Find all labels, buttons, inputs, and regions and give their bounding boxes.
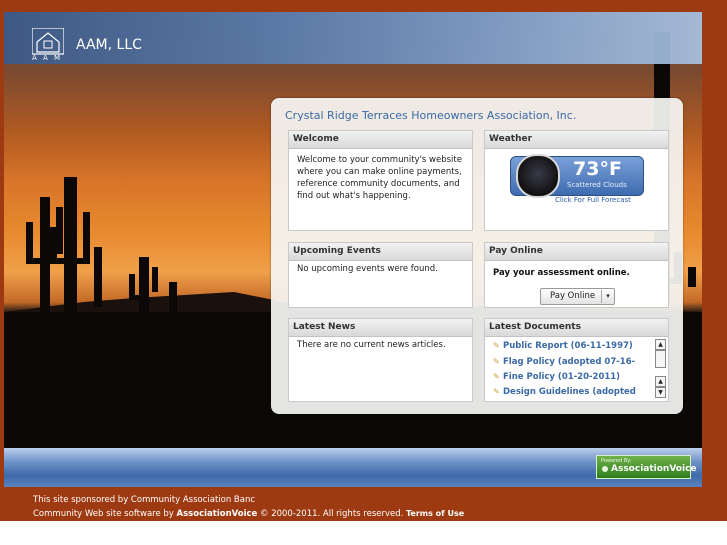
events-box: Upcoming Events No upcoming events were …: [288, 242, 473, 308]
document-link[interactable]: ✎ Design Guidelines (adopted: [493, 387, 636, 397]
logo-letters: A A M: [32, 54, 63, 62]
temperature: 73°F: [573, 158, 622, 180]
software-brand: AssociationVoice: [176, 509, 258, 519]
pay-online-text: Pay your assessment online.: [493, 268, 630, 278]
scrollbar-track[interactable]: [655, 350, 666, 368]
scroll-up-icon[interactable]: ▲: [655, 376, 666, 387]
document-link[interactable]: ✎ Fine Policy (01-20-2011): [493, 372, 620, 382]
news-header: Latest News: [289, 319, 472, 337]
sponsor-text: This site sponsored by Community Associa…: [33, 495, 256, 505]
news-text: There are no current news articles.: [297, 340, 446, 350]
welcome-header: Welcome: [289, 131, 472, 149]
association-panel: Crystal Ridge Terraces Homeowners Associ…: [271, 98, 683, 414]
company-logo[interactable]: A A M: [31, 27, 65, 66]
news-box: Latest News There are no current news ar…: [288, 318, 473, 402]
scroll-down-icon[interactable]: ▼: [655, 387, 666, 398]
document-icon: ✎: [493, 357, 500, 366]
documents-box: Latest Documents ✎ Public Report (06-11-1…: [484, 318, 669, 402]
footer-text: This site sponsored by Community Associa…: [33, 493, 464, 521]
association-title: Crystal Ridge Terraces Homeowners Associ…: [285, 109, 577, 122]
events-header: Upcoming Events: [289, 243, 472, 261]
full-forecast-link[interactable]: Click For Full Forecast: [555, 196, 631, 204]
weather-header: Weather: [485, 131, 668, 149]
pay-online-button[interactable]: Pay Online ▾: [540, 288, 615, 305]
weather-box: Weather 73°F Scattered Clouds Click For …: [484, 130, 669, 231]
powered-by-badge[interactable]: Powered By: AssociationVoice: [596, 455, 697, 479]
document-link[interactable]: ✎ Flag Policy (adopted 07-16-: [493, 357, 635, 367]
documents-header: Latest Documents: [485, 319, 668, 337]
document-icon: ✎: [493, 387, 500, 396]
software-line: Community Web site software by Associati…: [33, 509, 465, 519]
night-sky-icon: [516, 154, 560, 198]
welcome-box: Welcome Welcome to your community's webs…: [288, 130, 473, 231]
rss-icon: [602, 466, 608, 472]
pay-online-box: Pay Online Pay your assessment online. P…: [484, 242, 669, 308]
document-icon: ✎: [493, 341, 500, 350]
welcome-text: Welcome to your community's website wher…: [297, 155, 462, 201]
document-icon: ✎: [493, 372, 500, 381]
weather-condition: Scattered Clouds: [567, 181, 627, 189]
dropdown-caret-icon[interactable]: ▾: [601, 290, 614, 303]
pay-online-button-label: Pay Online: [550, 291, 596, 301]
scroll-up-icon[interactable]: ▲: [655, 339, 666, 350]
pay-online-header: Pay Online: [485, 243, 668, 261]
company-name: AAM, LLC: [76, 37, 142, 53]
events-text: No upcoming events were found.: [297, 264, 438, 274]
document-link[interactable]: ✎ Public Report (06-11-1997): [493, 341, 633, 351]
terms-of-use-link[interactable]: Terms of Use: [406, 509, 464, 518]
weather-widget[interactable]: 73°F Scattered Clouds: [510, 154, 644, 198]
powered-by-brand: AssociationVoice: [611, 464, 697, 474]
